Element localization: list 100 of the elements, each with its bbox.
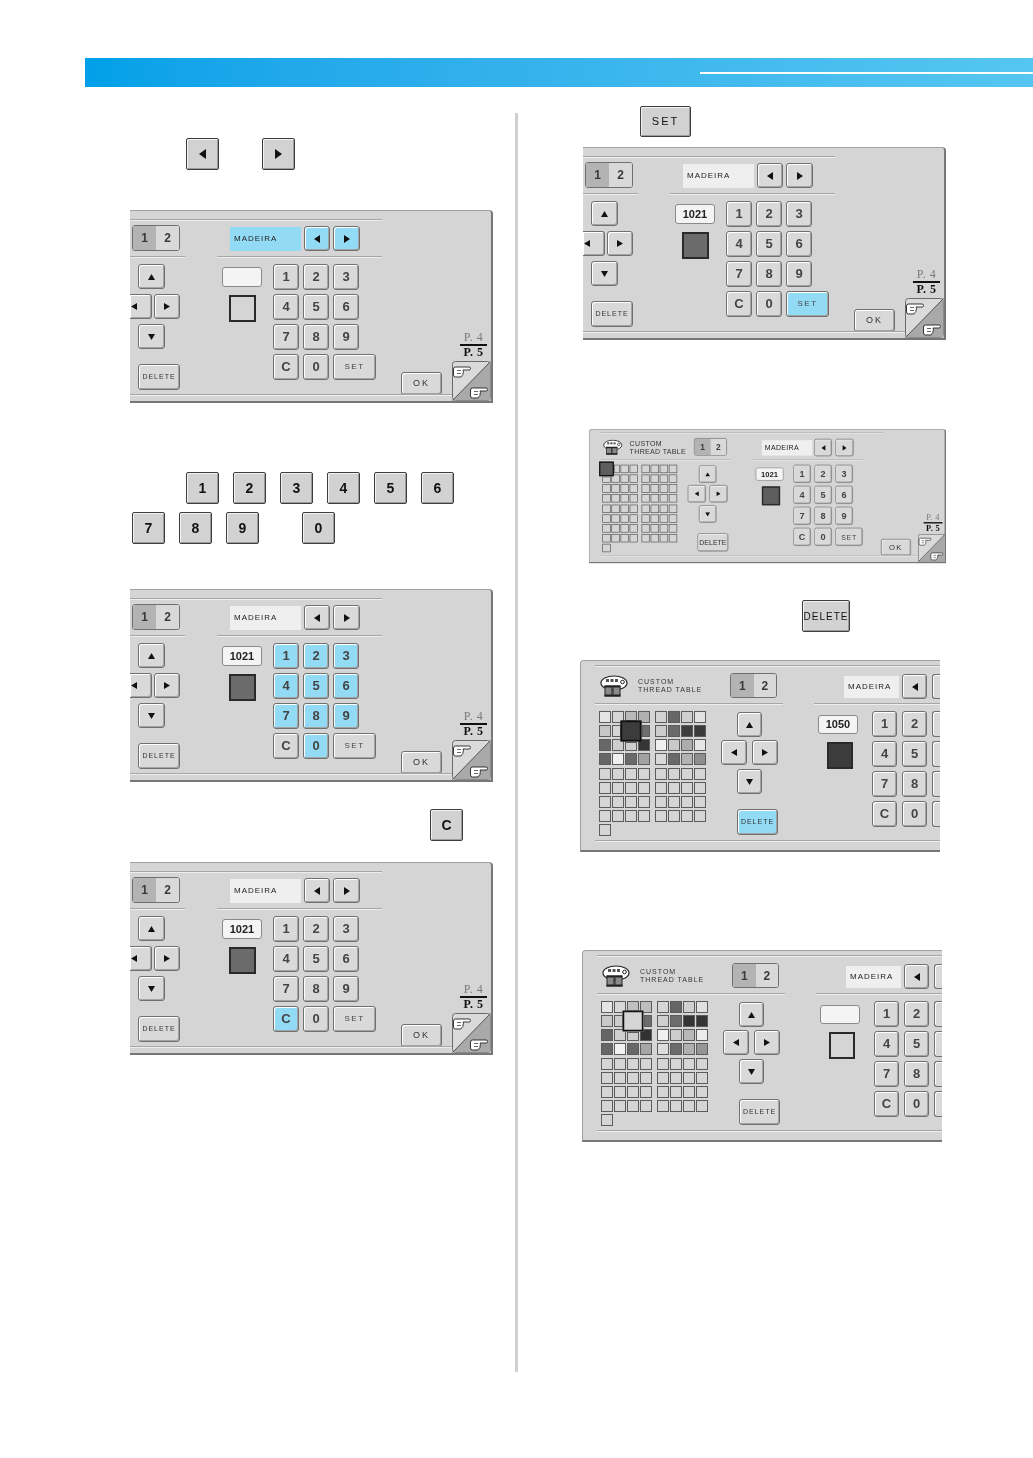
left-arrow-button[interactable] bbox=[721, 740, 747, 765]
button-edge[interactable] bbox=[932, 711, 940, 737]
thread-color-cell[interactable] bbox=[601, 1086, 613, 1098]
thread-color-cell[interactable] bbox=[655, 796, 667, 808]
thread-color-cell[interactable] bbox=[681, 739, 693, 751]
thread-color-cell[interactable] bbox=[640, 1001, 652, 1013]
left-arrow-button[interactable] bbox=[814, 438, 832, 457]
right-arrow-button[interactable] bbox=[262, 138, 295, 170]
thread-color-cell[interactable] bbox=[620, 464, 629, 474]
thread-color-cell[interactable] bbox=[696, 1086, 708, 1098]
up-arrow-button[interactable] bbox=[591, 201, 618, 226]
thread-color-cell[interactable] bbox=[614, 1043, 626, 1055]
thread-color-cell[interactable] bbox=[614, 1100, 626, 1112]
keypad-key[interactable]: 7 bbox=[872, 771, 897, 797]
thread-color-cell[interactable] bbox=[625, 810, 637, 822]
keypad-key[interactable]: 1 bbox=[273, 264, 299, 290]
thread-color-cell[interactable] bbox=[670, 1029, 682, 1041]
page-turn-button[interactable] bbox=[452, 361, 491, 401]
thread-color-cell[interactable] bbox=[657, 1058, 669, 1070]
thread-color-cell[interactable] bbox=[641, 494, 650, 503]
right-arrow-button[interactable] bbox=[607, 231, 633, 256]
keypad-key[interactable]: 2 bbox=[814, 464, 832, 483]
thread-color-cell[interactable] bbox=[681, 753, 693, 765]
keypad-key[interactable]: 9 bbox=[333, 324, 359, 350]
thread-color-cell[interactable] bbox=[696, 1043, 708, 1055]
thread-color-cell[interactable] bbox=[650, 524, 659, 533]
keypad-key[interactable]: 1 bbox=[726, 201, 752, 227]
thread-color-cell[interactable] bbox=[683, 1072, 695, 1084]
keypad-key[interactable]: 5 bbox=[756, 231, 782, 257]
left-arrow-button[interactable] bbox=[687, 485, 706, 503]
thread-color-cell[interactable] bbox=[683, 1086, 695, 1098]
keypad-key[interactable]: 7 bbox=[874, 1061, 899, 1087]
down-arrow-button[interactable] bbox=[138, 324, 165, 349]
thread-color-cell[interactable] bbox=[601, 1001, 613, 1013]
keypad-key[interactable]: 9 bbox=[333, 703, 359, 729]
keypad-key[interactable]: 8 bbox=[303, 324, 329, 350]
thread-color-cell[interactable] bbox=[599, 725, 611, 737]
thread-color-cell[interactable] bbox=[629, 494, 638, 503]
thread-color-cell[interactable] bbox=[611, 474, 620, 483]
thread-color-cell[interactable] bbox=[627, 1086, 639, 1098]
thread-color-cell[interactable] bbox=[612, 739, 624, 751]
keypad-key[interactable]: 8 bbox=[756, 261, 782, 287]
thread-color-cell[interactable] bbox=[694, 796, 706, 808]
thread-color-cell[interactable] bbox=[659, 474, 669, 483]
thread-color-cell[interactable] bbox=[641, 725, 650, 737]
page-turn-button[interactable] bbox=[452, 1013, 491, 1053]
thread-color-cell[interactable] bbox=[627, 1100, 639, 1112]
right-arrow-button[interactable] bbox=[333, 226, 360, 251]
page-tab[interactable]: 2 bbox=[156, 226, 179, 250]
up-arrow-button[interactable] bbox=[138, 916, 165, 941]
left-arrow-button[interactable] bbox=[902, 674, 927, 699]
thread-color-cell[interactable] bbox=[625, 782, 637, 794]
keypad-key[interactable]: 2 bbox=[303, 643, 329, 669]
left-arrow-button[interactable] bbox=[904, 964, 929, 989]
thread-color-cell[interactable] bbox=[681, 810, 693, 822]
page-turn-button[interactable] bbox=[918, 534, 946, 562]
thread-color-cell[interactable] bbox=[599, 810, 611, 822]
keypad-key[interactable]: 4 bbox=[273, 946, 299, 972]
ok-button[interactable]: OK bbox=[401, 372, 442, 395]
thread-color-cell[interactable] bbox=[641, 464, 650, 474]
thread-color-cell[interactable] bbox=[659, 494, 669, 503]
keypad-key[interactable]: C bbox=[872, 801, 897, 827]
keypad-key[interactable]: 6 bbox=[333, 294, 359, 320]
thread-color-cell[interactable] bbox=[620, 474, 629, 483]
thread-color-cell[interactable] bbox=[659, 464, 669, 474]
left-arrow-button[interactable] bbox=[304, 878, 330, 903]
thread-color-cell[interactable] bbox=[694, 753, 706, 765]
keypad-key[interactable]: 1 bbox=[872, 711, 897, 737]
thread-color-cell[interactable] bbox=[694, 711, 706, 723]
page-tab[interactable]: 1 bbox=[731, 674, 754, 697]
thread-color-cell[interactable] bbox=[614, 1086, 626, 1098]
left-arrow-button[interactable] bbox=[186, 138, 219, 170]
keypad-key[interactable]: 6 bbox=[786, 231, 812, 257]
thread-color-cell[interactable] bbox=[694, 725, 706, 737]
thread-color-cell[interactable] bbox=[599, 753, 611, 765]
thread-color-cell[interactable] bbox=[659, 524, 669, 533]
keypad-key[interactable]: 2 bbox=[756, 201, 782, 227]
thread-color-cell[interactable] bbox=[694, 768, 706, 780]
page-tab[interactable]: 1 bbox=[586, 163, 609, 187]
screen-key[interactable]: 0 bbox=[302, 512, 335, 544]
thread-color-cell[interactable] bbox=[696, 1072, 708, 1084]
keypad-key[interactable]: 4 bbox=[273, 673, 299, 699]
thread-color-cell[interactable] bbox=[620, 720, 642, 742]
keypad-key[interactable]: 4 bbox=[874, 1031, 899, 1057]
page-turn-button[interactable] bbox=[905, 298, 944, 338]
thread-color-cell[interactable] bbox=[627, 1001, 639, 1011]
keypad-key[interactable]: 1 bbox=[273, 643, 299, 669]
keypad-key[interactable]: C bbox=[273, 733, 299, 759]
thread-color-cell[interactable] bbox=[696, 1100, 708, 1112]
button-edge[interactable] bbox=[934, 1091, 942, 1117]
thread-color-cell[interactable] bbox=[612, 725, 621, 737]
keypad-key[interactable]: SET bbox=[786, 291, 829, 317]
thread-color-cell[interactable] bbox=[638, 739, 650, 751]
thread-color-cell[interactable] bbox=[612, 711, 624, 723]
keypad-key[interactable]: 7 bbox=[726, 261, 752, 287]
right-arrow-button[interactable] bbox=[786, 163, 813, 188]
thread-color-cell[interactable] bbox=[612, 768, 624, 780]
thread-color-cell[interactable] bbox=[599, 782, 611, 794]
thread-color-cell[interactable] bbox=[650, 494, 659, 503]
thread-color-cell[interactable] bbox=[620, 514, 629, 523]
